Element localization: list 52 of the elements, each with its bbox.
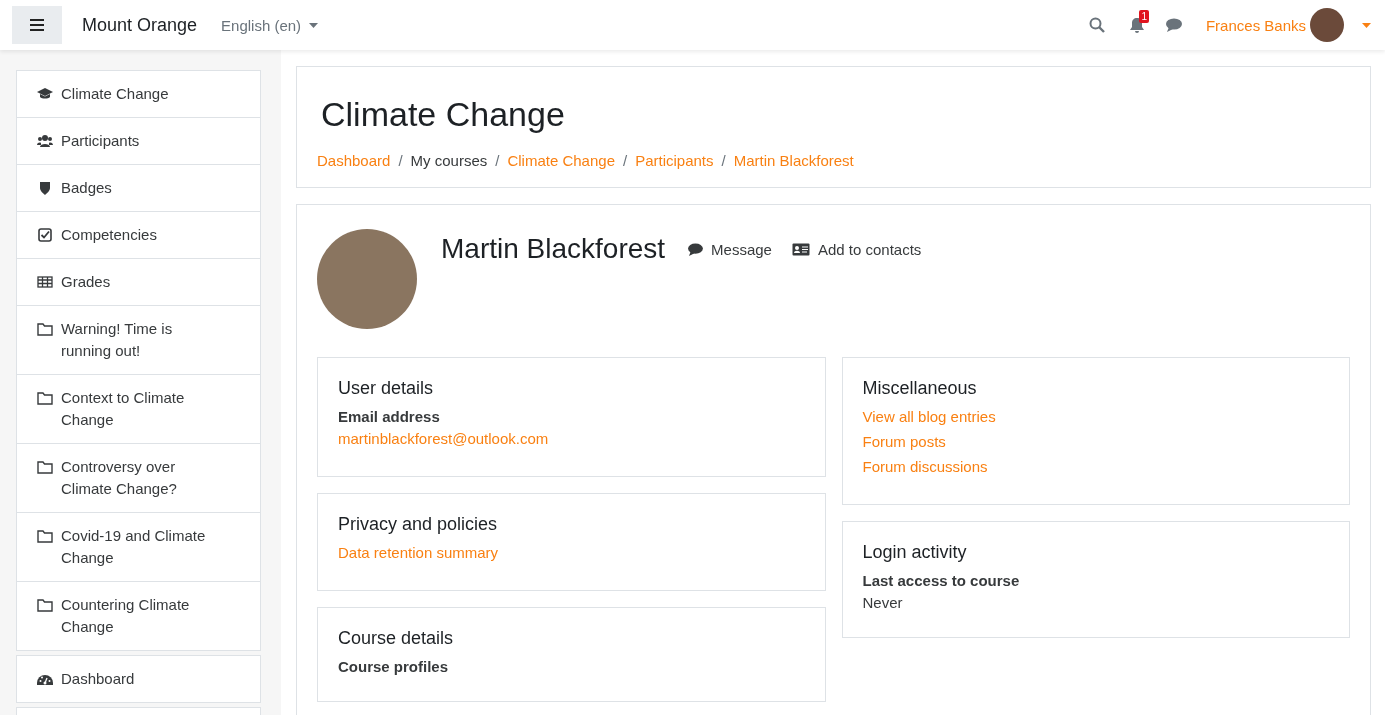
- site-name[interactable]: Mount Orange: [82, 14, 198, 36]
- nav-item[interactable]: Climate Change: [17, 71, 260, 118]
- field-value: Never: [862, 594, 903, 611]
- folder-icon: [37, 529, 53, 543]
- card-title: Privacy and policies: [338, 514, 498, 535]
- graduation-cap-icon: [37, 87, 53, 101]
- nav-item[interactable]: Countering Climate Change: [17, 582, 260, 650]
- search-icon[interactable]: [1088, 17, 1105, 33]
- menu-icon: [30, 19, 44, 31]
- nav-item[interactable]: Competencies: [17, 212, 260, 259]
- add-contact-link[interactable]: Add to contacts: [791, 241, 922, 258]
- folder-icon: [37, 322, 53, 336]
- users-icon: [37, 134, 53, 148]
- checkbox-icon: [37, 228, 53, 242]
- notification-count: 1: [1139, 9, 1149, 23]
- menu-button[interactable]: [12, 6, 62, 44]
- nav-item[interactable]: Badges: [17, 165, 260, 212]
- breadcrumb-current: My courses: [410, 152, 488, 169]
- table-icon: [37, 275, 53, 289]
- language-menu[interactable]: English (en): [221, 16, 319, 34]
- folder-icon: [37, 391, 53, 405]
- nav-item[interactable]: Warning! Time is running out!: [17, 306, 260, 375]
- folder-icon: [37, 460, 53, 474]
- breadcrumb-separator: /: [721, 152, 726, 169]
- gauge-icon: [37, 672, 53, 686]
- field-label: Last access to course: [862, 572, 1020, 589]
- breadcrumb-separator: /: [495, 152, 500, 169]
- profile-name: Martin Blackforest: [441, 233, 666, 265]
- address-card-icon: [791, 243, 810, 256]
- nav-item[interactable]: Grades: [17, 259, 260, 306]
- nav-item[interactable]: Covid-19 and Climate Change: [17, 513, 260, 582]
- breadcrumb-separator: /: [398, 152, 403, 169]
- nav-item[interactable]: Controversy over Climate Change?: [17, 444, 260, 513]
- message-link[interactable]: Message: [687, 241, 772, 258]
- card-title: Login activity: [862, 542, 967, 563]
- breadcrumb-separator: /: [623, 152, 628, 169]
- card-title: Miscellaneous: [862, 378, 977, 399]
- nav-item[interactable]: Context to Climate Change: [17, 375, 260, 444]
- caret-icon: [309, 22, 319, 28]
- page-title: Climate Change: [321, 95, 566, 134]
- field-label: Email address: [338, 408, 440, 425]
- chat-bubble-icon: [687, 243, 704, 256]
- nav-item[interactable]: Participants: [17, 118, 260, 165]
- nav-item[interactable]: Dashboard: [17, 656, 260, 702]
- user-avatar[interactable]: [1310, 8, 1344, 42]
- card-title: User details: [338, 378, 434, 399]
- field-label: Course profiles: [338, 658, 449, 675]
- shield-icon: [37, 181, 53, 195]
- folder-icon: [37, 598, 53, 612]
- card-title: Course details: [338, 628, 454, 649]
- caret-icon[interactable]: [1362, 22, 1371, 28]
- chat-bubble-icon[interactable]: [1164, 18, 1182, 32]
